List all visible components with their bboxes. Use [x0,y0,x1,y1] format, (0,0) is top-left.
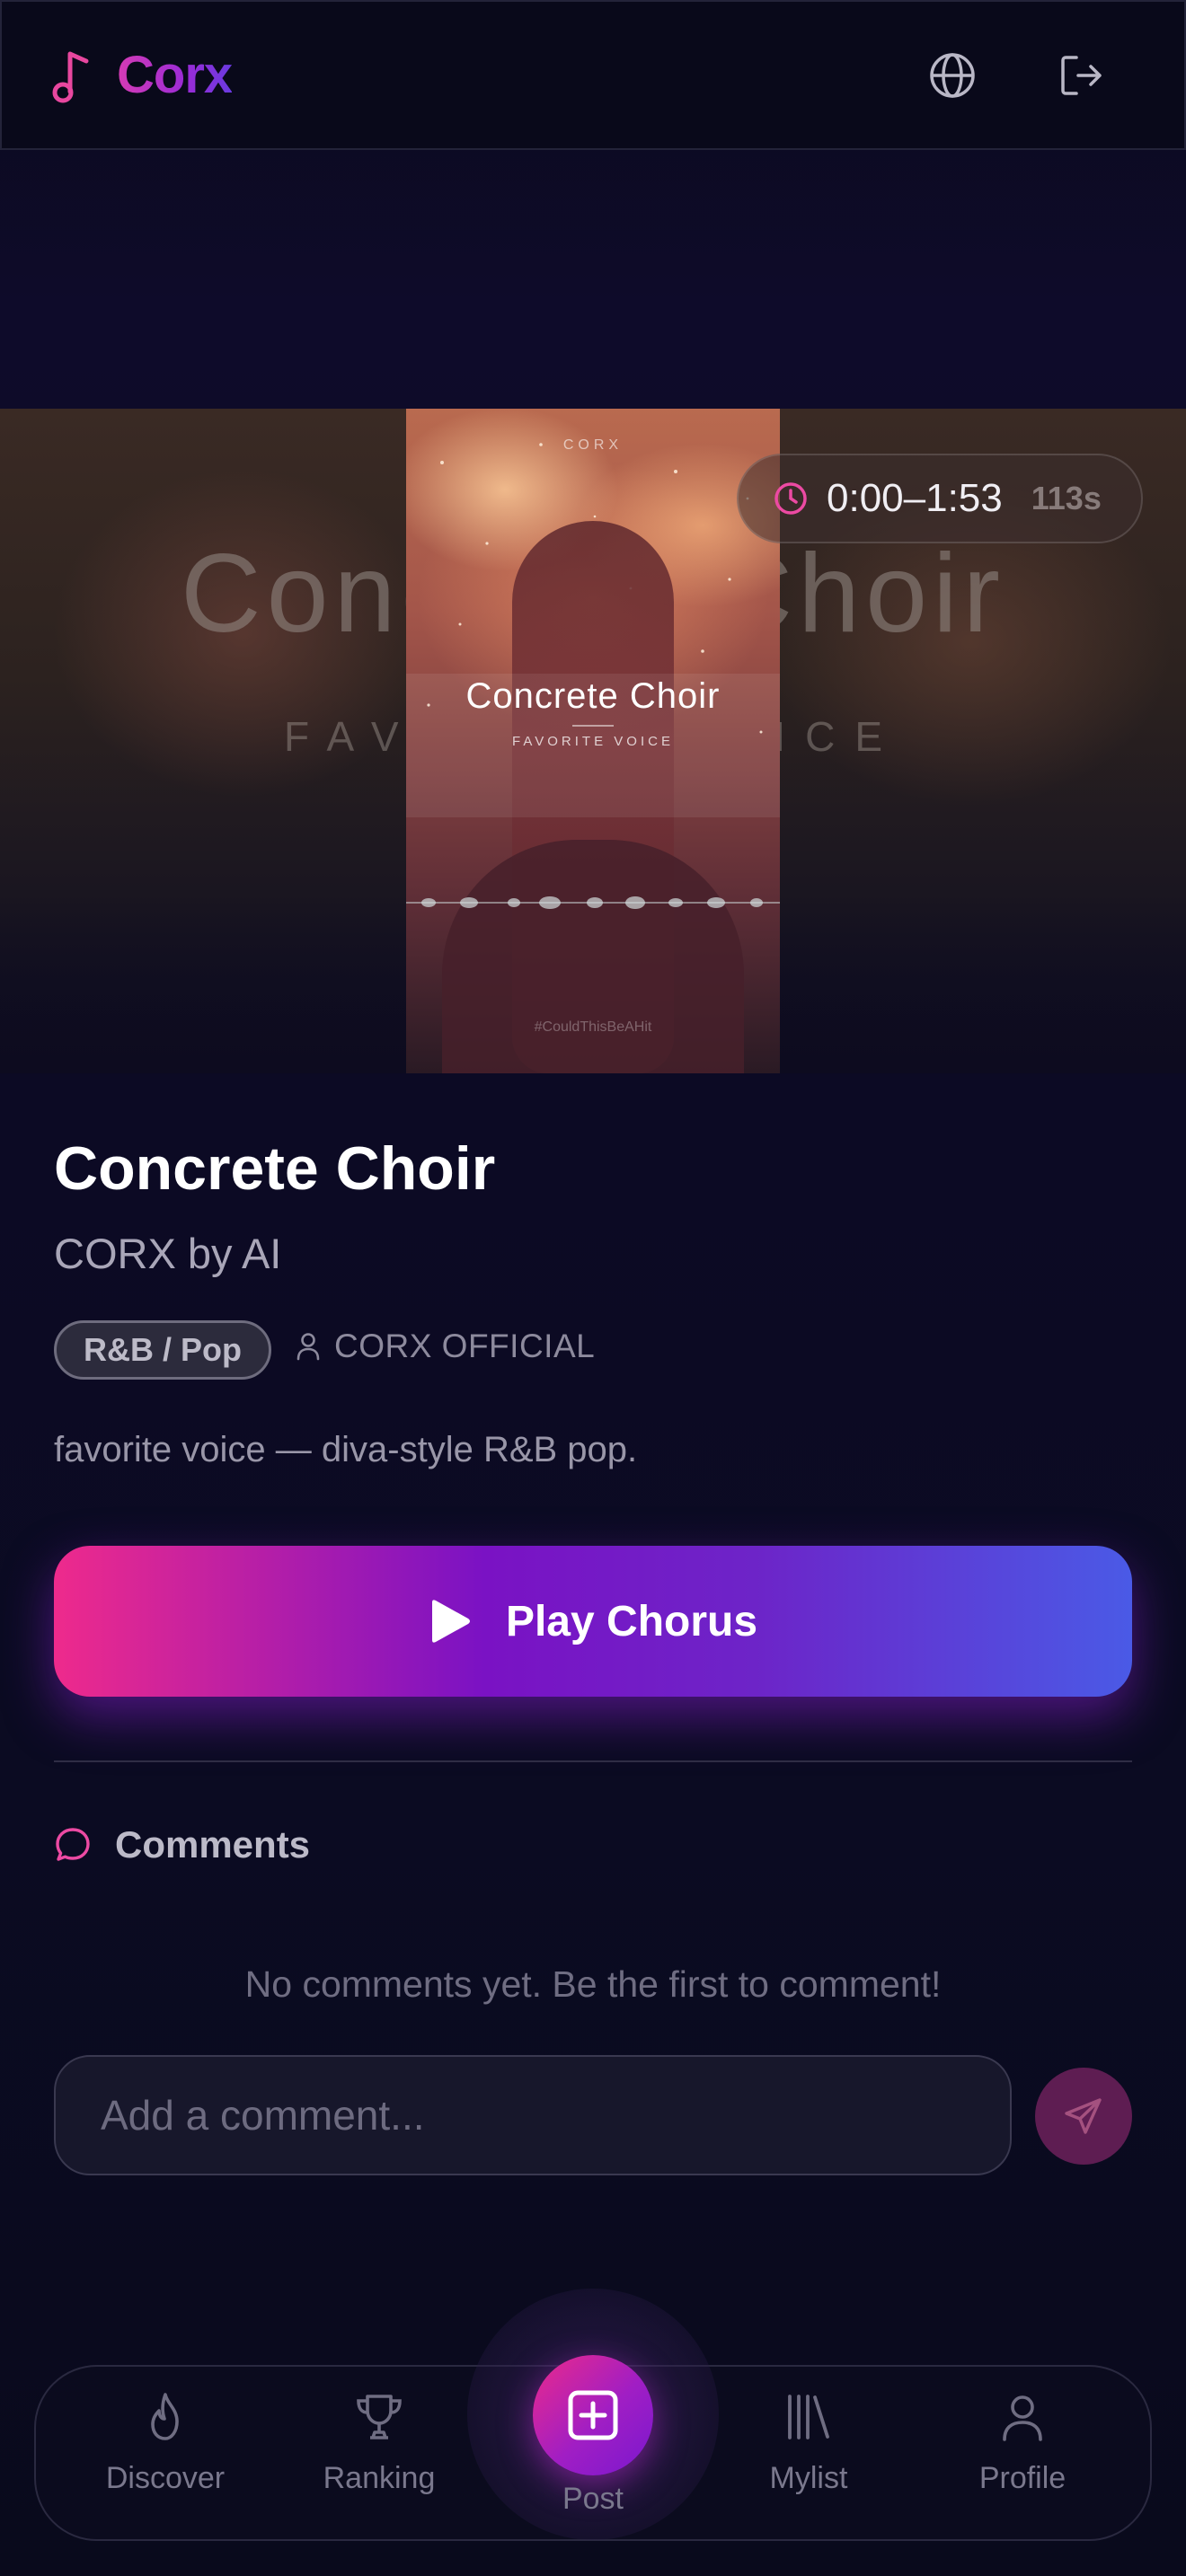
song-hero: Concrete Choir FAVORITE VOICE CORX Concr… [0,409,1186,1073]
nav-label-mylist: Mylist [769,2461,848,2495]
comment-input[interactable] [54,2055,1012,2175]
nav-label-discover: Discover [105,2461,226,2495]
comments-empty-state: No comments yet. Be the first to comment… [244,1963,942,2005]
section-divider [54,1760,1132,1762]
comment-bubble-icon [56,1828,90,1861]
app-header: Corx [0,0,1186,150]
logout-button[interactable] [1055,49,1109,102]
music-note-icon [52,51,89,102]
profile-icon [1003,2395,1042,2441]
app-logo[interactable]: Corx [50,45,233,105]
nav-label-post: Post [562,2482,624,2516]
nav-item-mylist[interactable]: Mylist [719,2389,898,2524]
nav-item-discover[interactable]: Discover [75,2389,255,2524]
send-icon [1065,2098,1102,2134]
post-button[interactable] [533,2355,653,2475]
user-icon [296,1333,320,1361]
genre-badge[interactable]: R&B / Pop [54,1320,271,1380]
logout-icon [1061,56,1102,95]
play-icon [431,1600,470,1643]
cover-subtitle: FAVORITE VOICE [512,734,674,749]
nav-item-profile[interactable]: Profile [933,2389,1112,2524]
app-name: Corx [117,46,233,104]
song-artist: CORX by AI [54,1230,282,1277]
nav-label-profile: Profile [978,2461,1067,2495]
plus-square-icon [568,2390,618,2440]
clock-icon [774,482,807,515]
chorus-duration: 113s [1031,480,1102,516]
song-description: favorite voice — diva-style R&B pop. [54,1430,638,1469]
send-comment-button[interactable] [1035,2068,1132,2165]
language-button[interactable] [925,49,979,102]
nav-item-ranking[interactable]: Ranking [289,2389,469,2524]
cover-title: Concrete Choir [465,676,721,716]
chorus-time-chip: 0:00–1:53 113s [737,454,1143,543]
chorus-time-range: 0:00–1:53 [827,476,1003,520]
cover-hashtag: #CouldThisBeAHit [534,1019,652,1035]
flame-icon [151,2393,179,2440]
globe-icon [930,53,975,98]
song-title: Concrete Choir [54,1134,496,1203]
play-chorus-label: Play Chorus [505,1597,758,1645]
nav-label-ranking: Ranking [323,2461,436,2495]
library-icon [788,2395,829,2439]
cover-art[interactable]: CORX Concrete Choir FAVORITE VOICE #Coul… [406,409,780,1073]
comments-header: Comments [54,1823,310,1866]
play-chorus-button[interactable]: Play Chorus [54,1546,1132,1697]
cover-brand: CORX [562,437,624,453]
creator-link[interactable]: CORX OFFICIAL [295,1328,595,1365]
comments-title: Comments [115,1823,311,1866]
trophy-icon [357,2395,402,2439]
waveform-decoration [406,896,780,909]
creator-name: CORX OFFICIAL [334,1328,596,1364]
